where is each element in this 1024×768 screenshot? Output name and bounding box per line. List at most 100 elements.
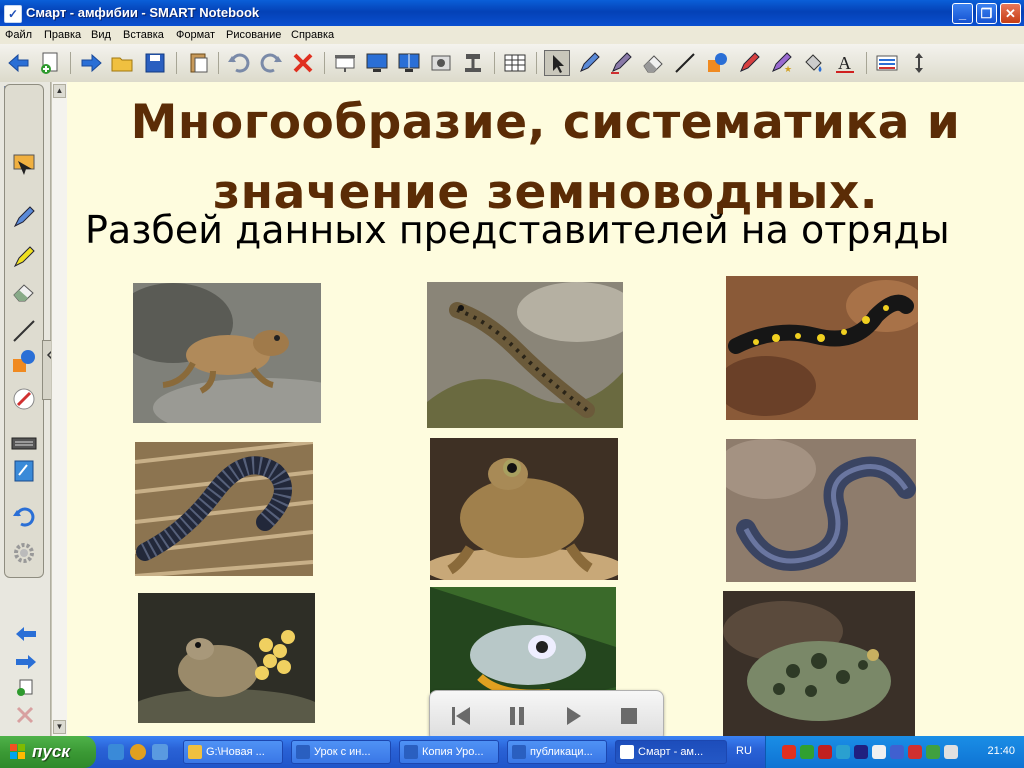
windows-flag-icon: [10, 744, 25, 759]
page-title: Многообразие, систематика и значение зем…: [130, 95, 961, 220]
full-screen-icon[interactable]: [364, 50, 390, 76]
tray-icon[interactable]: [836, 745, 850, 759]
scroll-down-icon[interactable]: ▼: [53, 720, 66, 734]
photo-frog[interactable]: [133, 283, 321, 423]
highlighter-icon[interactable]: [10, 243, 38, 271]
table-icon[interactable]: [502, 50, 528, 76]
paste-icon[interactable]: [186, 50, 212, 76]
shape-tool-icon[interactable]: [10, 347, 38, 375]
previous-page-icon: [16, 627, 36, 641]
close-button[interactable]: ✕: [1000, 3, 1021, 24]
redo-icon[interactable]: [258, 50, 284, 76]
restore-button[interactable]: ❐: [976, 3, 997, 24]
shapes-icon[interactable]: [704, 50, 730, 76]
page-navigation: [12, 622, 40, 732]
select-icon[interactable]: [544, 50, 570, 76]
taskbar-item-folder[interactable]: G:\Новая ...: [183, 740, 283, 764]
open-folder-icon[interactable]: [110, 50, 136, 76]
pause-icon[interactable]: [504, 703, 530, 729]
forward-icon[interactable]: [78, 50, 104, 76]
tray-icon[interactable]: [908, 745, 922, 759]
eraser-icon[interactable]: [640, 50, 666, 76]
taskbar-item-word-2[interactable]: Копия Уро...: [399, 740, 499, 764]
photo-green-toad[interactable]: [723, 591, 915, 736]
floating-tools-bar: [4, 84, 44, 578]
menu-insert[interactable]: Вставка: [123, 29, 164, 41]
shield-icon[interactable]: [818, 745, 832, 759]
tray-icon[interactable]: [926, 745, 940, 759]
settings-gear-icon[interactable]: [10, 539, 38, 567]
magic-pen-icon[interactable]: [736, 50, 762, 76]
menu-file[interactable]: Файл: [5, 29, 32, 41]
instruction-text: Разбей данных представителей на отряды: [85, 208, 950, 252]
tray-icon[interactable]: [890, 745, 904, 759]
main-toolbar: ★ A: [0, 44, 1024, 83]
screen-capture-icon[interactable]: [428, 50, 454, 76]
toolbar-separator: [70, 52, 71, 74]
photo-toad-brown[interactable]: [430, 438, 618, 580]
windows-taskbar: пуск G:\Новая ... Урок с ин... Копия Уро…: [0, 736, 1024, 768]
volume-icon[interactable]: [944, 745, 958, 759]
tray-icon[interactable]: [872, 745, 886, 759]
vertical-scrollbar[interactable]: ▲ ▼: [51, 82, 67, 736]
show-desktop-icon[interactable]: [152, 744, 168, 760]
fill-bucket-icon[interactable]: [800, 50, 826, 76]
menu-view[interactable]: Вид: [91, 29, 111, 41]
line-tool-icon[interactable]: [10, 317, 38, 345]
photo-caecilian-blue[interactable]: [726, 439, 916, 582]
back-icon[interactable]: [6, 50, 32, 76]
line-icon[interactable]: [672, 50, 698, 76]
menu-draw[interactable]: Рисование: [226, 29, 281, 41]
toolbar-move-icon[interactable]: [906, 50, 932, 76]
photo-midwife-toad[interactable]: [138, 593, 315, 723]
system-tray: 21:40: [765, 736, 1024, 768]
tray-icon[interactable]: [782, 745, 796, 759]
save-icon[interactable]: [142, 50, 168, 76]
toolbar-separator: [324, 52, 325, 74]
photo-newt[interactable]: [427, 282, 623, 428]
start-button[interactable]: пуск: [0, 736, 96, 768]
delete-icon[interactable]: [290, 50, 316, 76]
app-icon: ✓: [4, 5, 22, 23]
pen-icon[interactable]: [576, 50, 602, 76]
taskbar-item-word-3[interactable]: публикаци...: [507, 740, 607, 764]
magic-pen-tool-icon[interactable]: [10, 385, 38, 413]
toolbar-separator: [218, 52, 219, 74]
taskbar-item-smart-notebook[interactable]: Смарт - ам...: [615, 740, 727, 764]
document-camera-icon[interactable]: [460, 50, 486, 76]
fill-icon[interactable]: ★: [768, 50, 794, 76]
undo-icon[interactable]: [226, 50, 252, 76]
screen-shade-icon[interactable]: [332, 50, 358, 76]
tray-icon[interactable]: [854, 745, 868, 759]
gallery-icon[interactable]: [10, 151, 38, 179]
toolbar-separator: [866, 52, 867, 74]
stop-icon[interactable]: [616, 703, 642, 729]
rewind-icon[interactable]: [448, 703, 474, 729]
menu-help[interactable]: Справка: [291, 29, 334, 41]
properties-icon[interactable]: [874, 50, 900, 76]
dual-page-icon[interactable]: [396, 50, 422, 76]
photo-caecilian-ringed[interactable]: [135, 442, 313, 576]
scroll-up-icon[interactable]: ▲: [53, 84, 66, 98]
pen-tool-icon[interactable]: [10, 203, 38, 231]
browser-icon[interactable]: [130, 744, 146, 760]
play-icon[interactable]: [560, 703, 586, 729]
notebook-page-canvas[interactable]: Многообразие, систематика и значение зем…: [67, 82, 1024, 736]
creative-pen-icon[interactable]: [608, 50, 634, 76]
language-indicator[interactable]: RU: [736, 745, 752, 757]
page-recorder-playback-bar: [429, 690, 664, 742]
photo-fire-salamander[interactable]: [726, 276, 918, 420]
notebook-icon[interactable]: [10, 457, 38, 485]
keyboard-icon[interactable]: [10, 429, 38, 457]
add-page-icon[interactable]: [38, 50, 64, 76]
toolbar-separator: [176, 52, 177, 74]
minimize-button[interactable]: _: [952, 3, 973, 24]
text-icon[interactable]: A: [832, 50, 858, 76]
tray-icon[interactable]: [800, 745, 814, 759]
menu-format[interactable]: Формат: [176, 29, 215, 41]
undo-tool-icon[interactable]: [10, 503, 38, 531]
eraser-tool-icon[interactable]: [10, 277, 38, 305]
taskbar-item-word-1[interactable]: Урок с ин...: [291, 740, 391, 764]
ie-icon[interactable]: [108, 744, 124, 760]
menu-edit[interactable]: Правка: [44, 29, 81, 41]
